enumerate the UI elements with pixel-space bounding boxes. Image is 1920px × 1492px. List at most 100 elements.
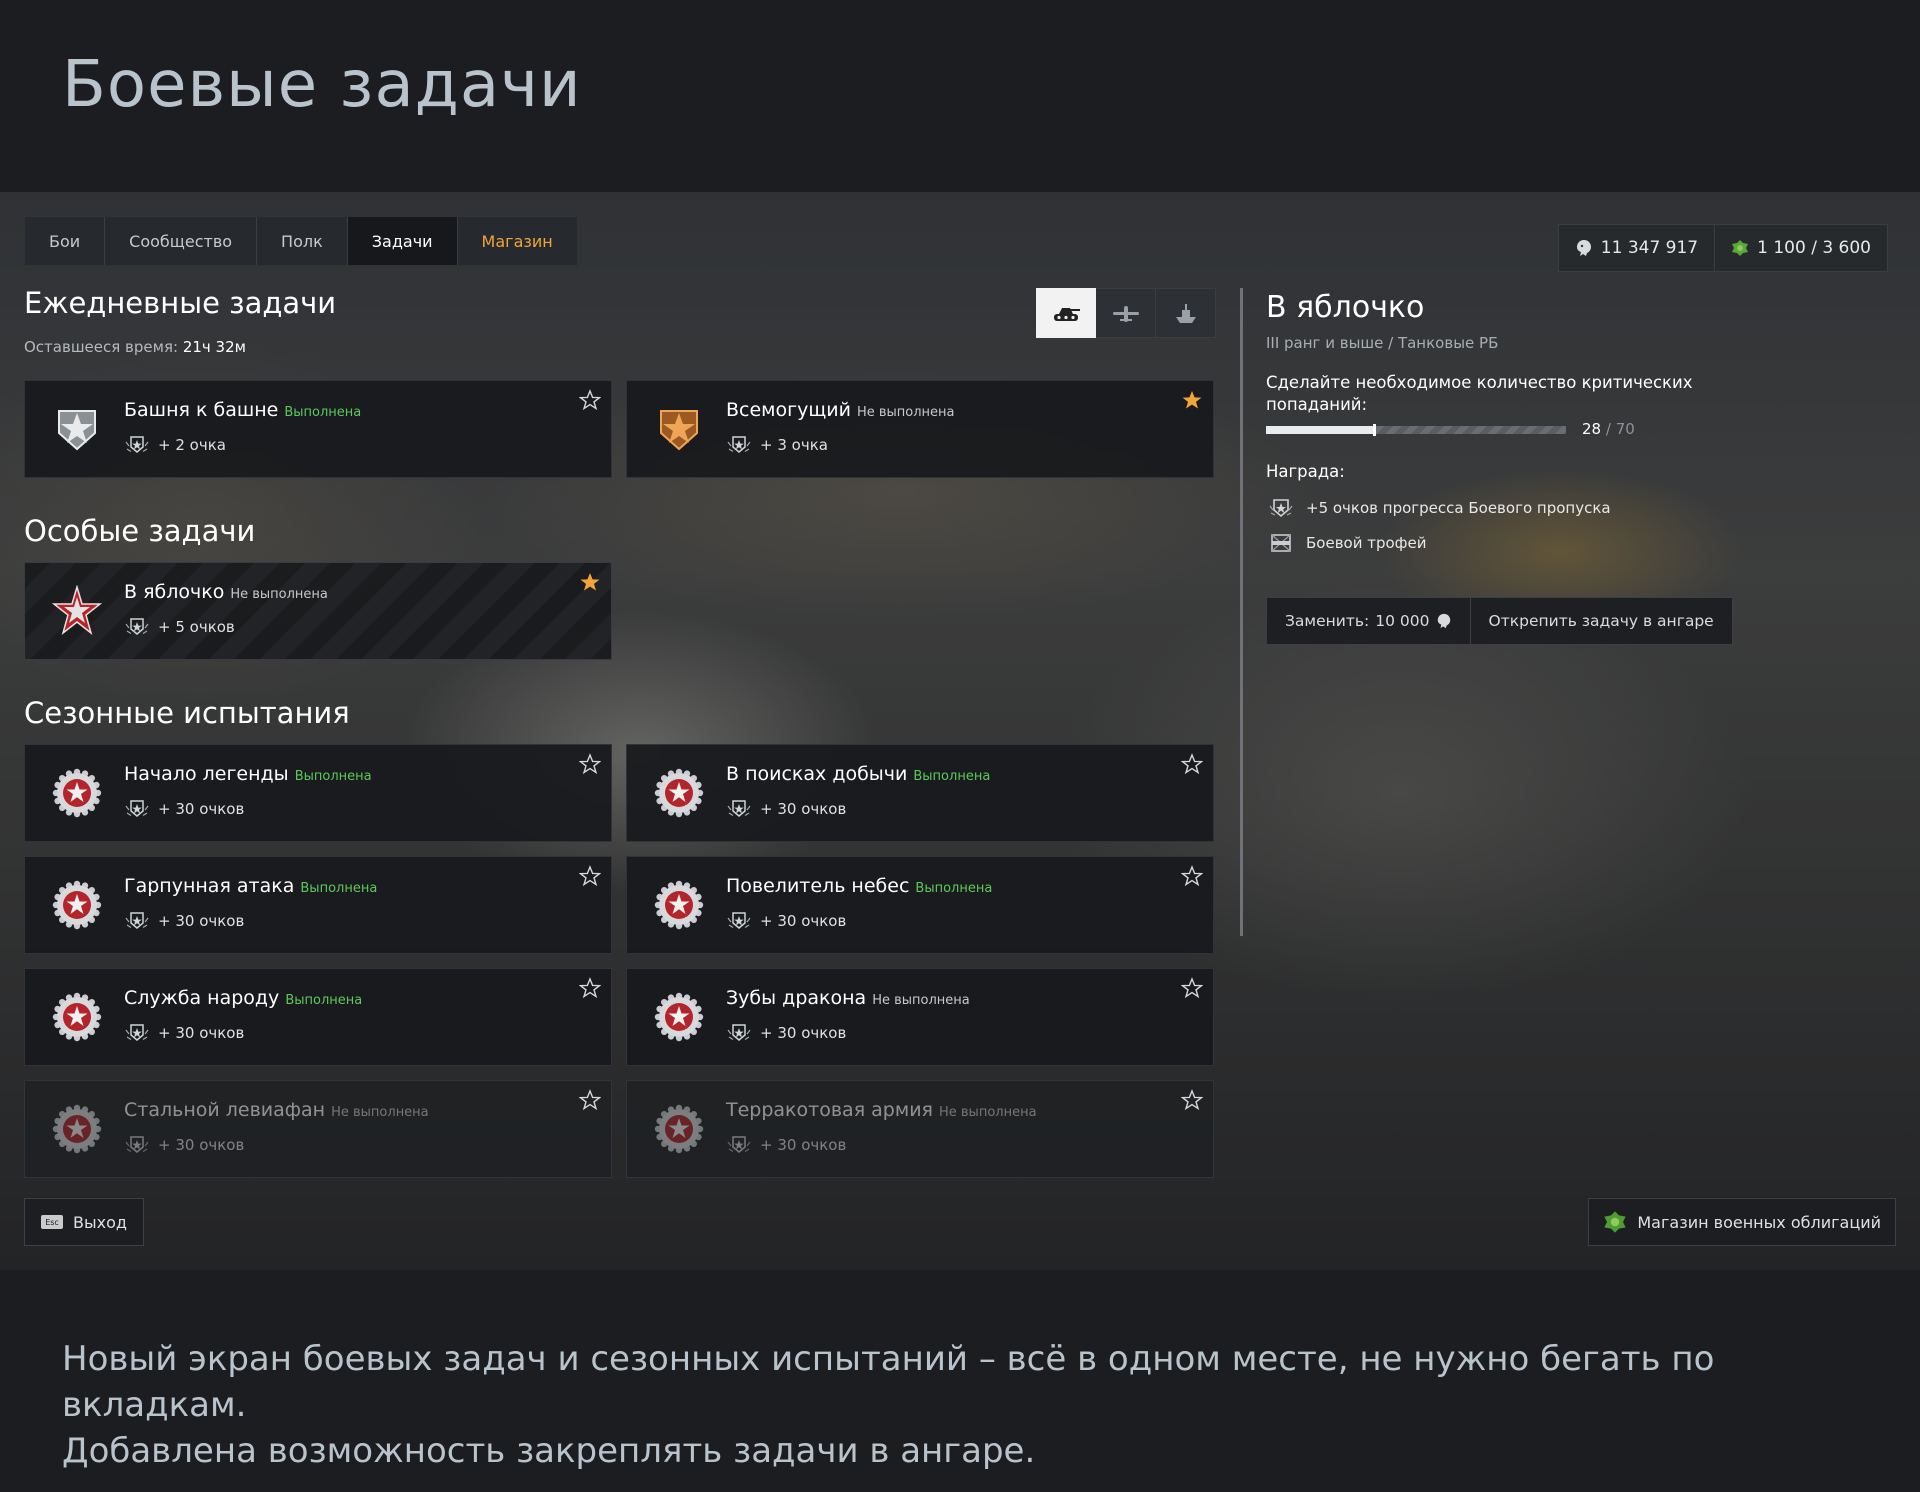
task-status: Не выполнена	[938, 1105, 1037, 1120]
replace-task-button[interactable]: Заменить: 10 000	[1266, 597, 1471, 645]
daily-title: Ежедневные задачи	[24, 286, 337, 320]
task-points: + 30 очков	[158, 800, 245, 818]
task-reward: + 30 очков	[124, 1021, 244, 1045]
task-points: + 30 очков	[760, 1136, 847, 1154]
task-name: Всемогущий Не выполнена	[726, 399, 955, 421]
task-status: Выполнена	[913, 769, 991, 784]
seasonal-gear-emblem-icon	[51, 1103, 103, 1155]
tab-shop[interactable]: Магазин	[457, 217, 577, 265]
esc-key-icon: Esc	[41, 1215, 63, 1229]
pin-star-icon[interactable]	[578, 865, 602, 887]
task-reward: + 30 очков	[124, 1133, 244, 1157]
pin-star-icon[interactable]	[1180, 1089, 1204, 1111]
task-status: Выполнена	[294, 769, 372, 784]
task-reward: + 2 очка	[124, 433, 226, 457]
pin-star-icon[interactable]	[1180, 753, 1204, 775]
detail-description: Сделайте необходимое количество критичес…	[1266, 373, 1693, 414]
task-card[interactable]: В яблочко Не выполнена + 5 очков	[24, 562, 612, 660]
task-status: Не выполнена	[872, 993, 970, 1008]
task-card[interactable]: Зубы дракона Не выполнена + 30 очков	[626, 968, 1214, 1066]
pin-star-icon[interactable]	[578, 977, 602, 999]
tank-icon	[1054, 308, 1080, 321]
task-reward: + 30 очков	[726, 1133, 846, 1157]
task-card[interactable]: Башня к башне Выполнена + 2 очка	[24, 380, 612, 478]
daily-timer: Оставшееся время: 21ч 32м	[24, 338, 246, 356]
task-name: Стальной левиафан Не выполнена	[124, 1099, 429, 1121]
battle-pass-points-icon	[726, 433, 752, 457]
reward-item: +5 очков прогресса Боевого пропуска	[1268, 496, 1611, 520]
seasonal-gear-emblem-icon	[51, 879, 103, 931]
task-name: Башня к башне Выполнена	[124, 399, 362, 421]
bonds-shop-button[interactable]: Магазин военных облигаций	[1588, 1198, 1896, 1246]
battle-pass-points-icon	[726, 1133, 752, 1157]
task-points: + 3 очка	[760, 436, 828, 454]
task-reward: + 30 очков	[124, 797, 244, 821]
task-status: Выполнена	[915, 881, 993, 896]
task-points: + 5 очков	[158, 618, 235, 636]
detail-progress-marker	[1373, 424, 1377, 436]
detail-progress-bar	[1266, 424, 1566, 436]
task-card[interactable]: Всемогущий Не выполнена + 3 очка	[626, 380, 1214, 478]
seasonal-gear-emblem-icon	[653, 991, 705, 1043]
task-points: + 30 очков	[158, 1136, 245, 1154]
task-card[interactable]: Повелитель небес Выполнена + 30 очков	[626, 856, 1214, 954]
task-card[interactable]: Начало легенды Выполнена + 30 очков	[24, 744, 612, 842]
task-name: Начало легенды Выполнена	[124, 763, 372, 785]
page-title: Боевые задачи	[62, 48, 582, 122]
filter-naval[interactable]	[1156, 288, 1216, 338]
pin-star-icon[interactable]	[1180, 977, 1204, 999]
task-name: В поисках добычи Выполнена	[726, 763, 991, 785]
task-points: + 30 очков	[158, 1024, 245, 1042]
task-points: + 2 очка	[158, 436, 226, 454]
unpin-task-button[interactable]: Открепить задачу в ангаре	[1470, 597, 1733, 645]
task-card[interactable]: Терракотовая армия Не выполнена + 30 очко…	[626, 1080, 1214, 1178]
battle-pass-points-icon	[124, 1021, 150, 1045]
silver-lion-icon	[1576, 240, 1591, 256]
pin-star-icon[interactable]	[578, 389, 602, 411]
filter-air[interactable]	[1096, 288, 1156, 338]
battle-pass-points-icon	[124, 1133, 150, 1157]
silver-balance: 11 347 917	[1557, 224, 1716, 272]
silver-lion-icon	[1437, 613, 1450, 629]
tab-battles[interactable]: Бои	[25, 217, 106, 265]
pin-star-icon[interactable]	[579, 571, 601, 593]
task-card[interactable]: Стальной левиафан Не выполнена + 30 очков	[24, 1080, 612, 1178]
filter-ground[interactable]	[1036, 288, 1096, 338]
detail-title: В яблочко	[1266, 290, 1425, 325]
pin-star-icon[interactable]	[578, 1089, 602, 1111]
tab-regiment[interactable]: Полк	[257, 217, 348, 265]
silver-star-emblem-icon	[51, 403, 103, 455]
task-reward: + 30 очков	[726, 909, 846, 933]
battle-pass-points-icon	[726, 909, 752, 933]
exit-button[interactable]: Esc Выход	[24, 1198, 144, 1246]
task-status: Выполнена	[300, 881, 378, 896]
task-card[interactable]: В поисках добычи Выполнена + 30 очков	[626, 744, 1214, 842]
task-points: + 30 очков	[760, 800, 847, 818]
task-status: Выполнена	[284, 405, 362, 420]
task-card[interactable]: Служба народу Выполнена + 30 очков	[24, 968, 612, 1066]
task-status: Не выполнена	[856, 405, 955, 420]
pin-star-icon[interactable]	[1181, 389, 1203, 411]
pin-star-icon[interactable]	[578, 753, 602, 775]
special-title: Особые задачи	[24, 514, 256, 548]
task-reward: + 30 очков	[726, 1021, 846, 1045]
task-name: Повелитель небес Выполнена	[726, 875, 993, 897]
task-card[interactable]: Гарпунная атака Выполнена + 30 очков	[24, 856, 612, 954]
game-screen: Бои Сообщество Полк Задачи Магазин 11 34…	[0, 192, 1920, 1270]
tab-tasks[interactable]: Задачи	[347, 217, 458, 265]
pin-star-icon[interactable]	[1180, 865, 1204, 887]
detail-actions: Заменить: 10 000 Открепить задачу в анга…	[1266, 597, 1733, 645]
seasonal-gear-emblem-icon	[51, 991, 103, 1043]
battle-pass-points-icon	[124, 797, 150, 821]
task-points: + 30 очков	[760, 1024, 847, 1042]
seasonal-title: Сезонные испытания	[24, 696, 350, 730]
bonds-balance: 1 100 / 3 600	[1715, 224, 1888, 272]
task-status: Не выполнена	[230, 587, 328, 602]
trophy-crate-icon	[1271, 534, 1291, 552]
task-name: Служба народу Выполнена	[124, 987, 363, 1009]
bonds-icon	[1732, 240, 1749, 256]
tab-community[interactable]: Сообщество	[105, 217, 258, 265]
task-reward: + 5 очков	[124, 615, 235, 639]
task-reward: + 30 очков	[124, 909, 244, 933]
bonds-icon	[1604, 1211, 1627, 1233]
